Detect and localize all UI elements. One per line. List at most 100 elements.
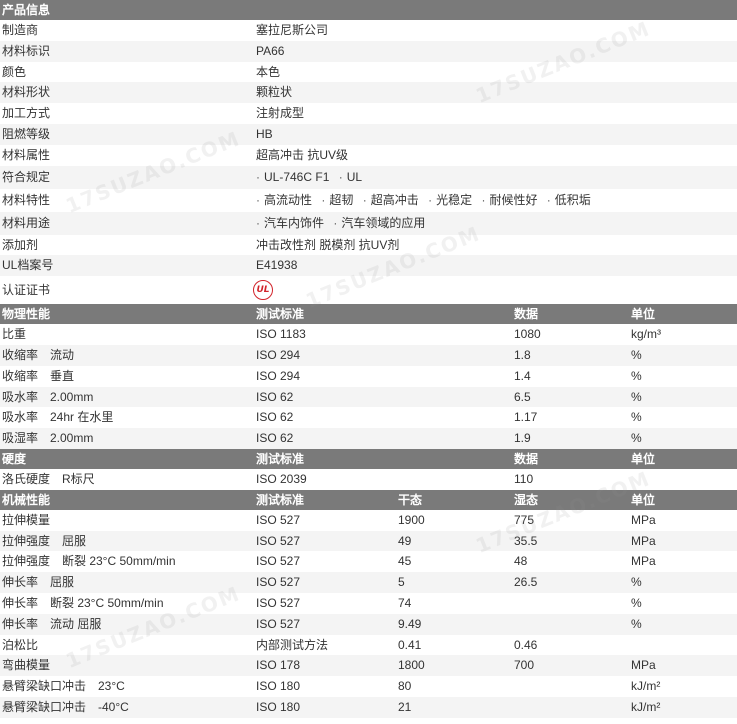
dry-value: 80: [398, 679, 412, 694]
test-standard: ISO 180: [256, 679, 301, 694]
property-name: 泊松比: [2, 637, 39, 652]
feature-tag[interactable]: 高流动性: [256, 189, 312, 212]
property-value: 1.17: [514, 410, 538, 425]
table-row: 弯曲模量 ISO 178 1800 700 MPa: [0, 655, 737, 677]
property-unit: %: [631, 431, 642, 446]
table-row: 悬臂梁缺口冲击 -40°C ISO 180 21 kJ/m²: [0, 696, 737, 718]
info-row-properties: 材料属性 超高冲击 抗UV级: [0, 145, 737, 166]
section-header-physical: 物理性能 测试标准 数据 单位: [0, 304, 737, 325]
test-standard: ISO 527: [256, 616, 301, 631]
info-value: 冲击改性剂 脱模剂 抗UV剂: [256, 237, 400, 252]
info-row-color: 颜色 本色: [0, 62, 737, 83]
property-unit: %: [631, 347, 642, 362]
use-tag[interactable]: 汽车领域的应用: [333, 212, 425, 235]
table-row: 悬臂梁缺口冲击 23°C ISO 180 80 kJ/m²: [0, 676, 737, 697]
dry-value: 5: [398, 575, 405, 590]
info-label: 材料用途: [2, 215, 51, 230]
property-unit: %: [631, 389, 642, 404]
property-name: 收缩率 流动: [2, 347, 75, 362]
info-value[interactable]: PA66: [256, 41, 284, 62]
test-standard: ISO 62: [256, 431, 294, 446]
info-label: 材料标识: [2, 43, 51, 58]
section-header-product-info: 产品信息: [0, 0, 737, 20]
info-label: 材料属性: [2, 147, 51, 162]
column-header-standard: 测试标准: [256, 307, 305, 322]
tag-list: 汽车内饰件 汽车领域的应用: [256, 212, 431, 235]
section-title: 机械性能: [2, 492, 51, 507]
dry-value: 0.41: [398, 637, 422, 652]
wet-value: 48: [514, 554, 528, 569]
info-label: 制造商: [2, 23, 39, 37]
feature-tag[interactable]: 低积垢: [547, 189, 591, 212]
property-value: 6.5: [514, 389, 531, 404]
property-unit: MPa: [631, 533, 656, 548]
info-value: 颗粒状: [256, 85, 293, 100]
dry-value: 49: [398, 533, 412, 548]
info-row-certificate: 认证证书 UL: [0, 276, 737, 304]
table-row: 吸水率 2.00mm ISO 62 6.5 %: [0, 386, 737, 408]
property-unit: %: [631, 575, 642, 590]
table-row: 伸长率 流动 屈服 ISO 527 9.49 %: [0, 613, 737, 635]
dry-value: 74: [398, 595, 412, 610]
column-header-unit: 单位: [631, 492, 656, 507]
property-name: 收缩率 垂直: [2, 368, 75, 383]
table-row: 伸长率 屈服 ISO 527 5 26.5 %: [0, 572, 737, 593]
wet-value: 0.46: [514, 637, 538, 652]
tag-list: 高流动性 超韧 超高冲击 光稳定 耐候性好 低积垢: [256, 189, 597, 212]
property-unit: kg/m³: [631, 327, 661, 342]
dry-value: 9.49: [398, 616, 422, 631]
property-name: 拉伸强度 屈服: [2, 533, 87, 548]
feature-tag[interactable]: 光稳定: [428, 189, 472, 212]
property-name: 伸长率 流动 屈服: [2, 616, 102, 631]
wet-value: 775: [514, 512, 535, 527]
info-row-features: 材料特性 高流动性 超韧 超高冲击 光稳定 耐候性好 低积垢: [0, 189, 737, 212]
info-row-processing: 加工方式 注射成型: [0, 103, 737, 124]
info-value: 本色: [256, 64, 281, 79]
column-header-wet: 湿态: [514, 492, 539, 507]
feature-tag[interactable]: 超韧: [321, 189, 353, 212]
info-label: 添加剂: [2, 237, 39, 252]
use-tag[interactable]: 汽车内饰件: [256, 212, 324, 235]
dry-value: 21: [398, 699, 412, 714]
compliance-tag[interactable]: UL-746C F1: [256, 166, 329, 189]
info-row-additive: 添加剂 冲击改性剂 脱模剂 抗UV剂: [0, 235, 737, 256]
test-standard: ISO 62: [256, 410, 294, 425]
table-row: 拉伸强度 断裂 23°C 50mm/min ISO 527 45 48 MPa: [0, 551, 737, 572]
table-row: 收缩率 垂直 ISO 294 1.4 %: [0, 366, 737, 387]
property-name: 伸长率 屈服: [2, 575, 75, 590]
feature-tag[interactable]: 超高冲击: [363, 189, 419, 212]
info-row-form: 材料形状 颗粒状: [0, 82, 737, 104]
test-standard: ISO 294: [256, 347, 301, 362]
column-header-data: 数据: [514, 451, 539, 466]
property-name: 悬臂梁缺口冲击 23°C: [2, 679, 125, 694]
ul-certification-icon[interactable]: UL: [253, 280, 273, 301]
info-label: 认证证书: [2, 283, 51, 298]
dry-value: 1800: [398, 658, 425, 673]
info-label: 颜色: [2, 64, 27, 79]
test-standard: ISO 62: [256, 389, 294, 404]
column-header-dry: 干态: [398, 492, 423, 507]
info-label: 加工方式: [2, 106, 51, 121]
table-row: 收缩率 流动 ISO 294 1.8 %: [0, 344, 737, 366]
property-name: 吸水率 24hr 在水里: [2, 410, 114, 425]
property-unit: %: [631, 410, 642, 425]
column-header-standard: 测试标准: [256, 451, 305, 466]
property-value: 1.8: [514, 347, 531, 362]
property-value: 1.9: [514, 431, 531, 446]
table-row: 拉伸强度 屈服 ISO 527 49 35.5 MPa: [0, 530, 737, 552]
property-name: 吸水率 2.00mm: [2, 389, 94, 404]
table-row: 吸水率 24hr 在水里 ISO 62 1.17 %: [0, 407, 737, 428]
wet-value: 26.5: [514, 575, 538, 590]
property-unit: MPa: [631, 512, 656, 527]
feature-tag[interactable]: 耐候性好: [481, 189, 537, 212]
info-value[interactable]: 塞拉尼斯公司: [256, 20, 328, 41]
compliance-tag[interactable]: UL: [339, 166, 362, 189]
property-name: 悬臂梁缺口冲击 -40°C: [2, 699, 129, 714]
info-label: 符合规定: [2, 169, 51, 184]
test-standard: ISO 527: [256, 512, 301, 527]
dry-value: 45: [398, 554, 412, 569]
column-header-unit: 单位: [631, 307, 656, 322]
property-unit: kJ/m²: [631, 699, 661, 714]
table-row: 泊松比 内部测试方法 0.41 0.46: [0, 635, 737, 656]
info-row-manufacturer: 制造商 塞拉尼斯公司: [0, 20, 737, 41]
